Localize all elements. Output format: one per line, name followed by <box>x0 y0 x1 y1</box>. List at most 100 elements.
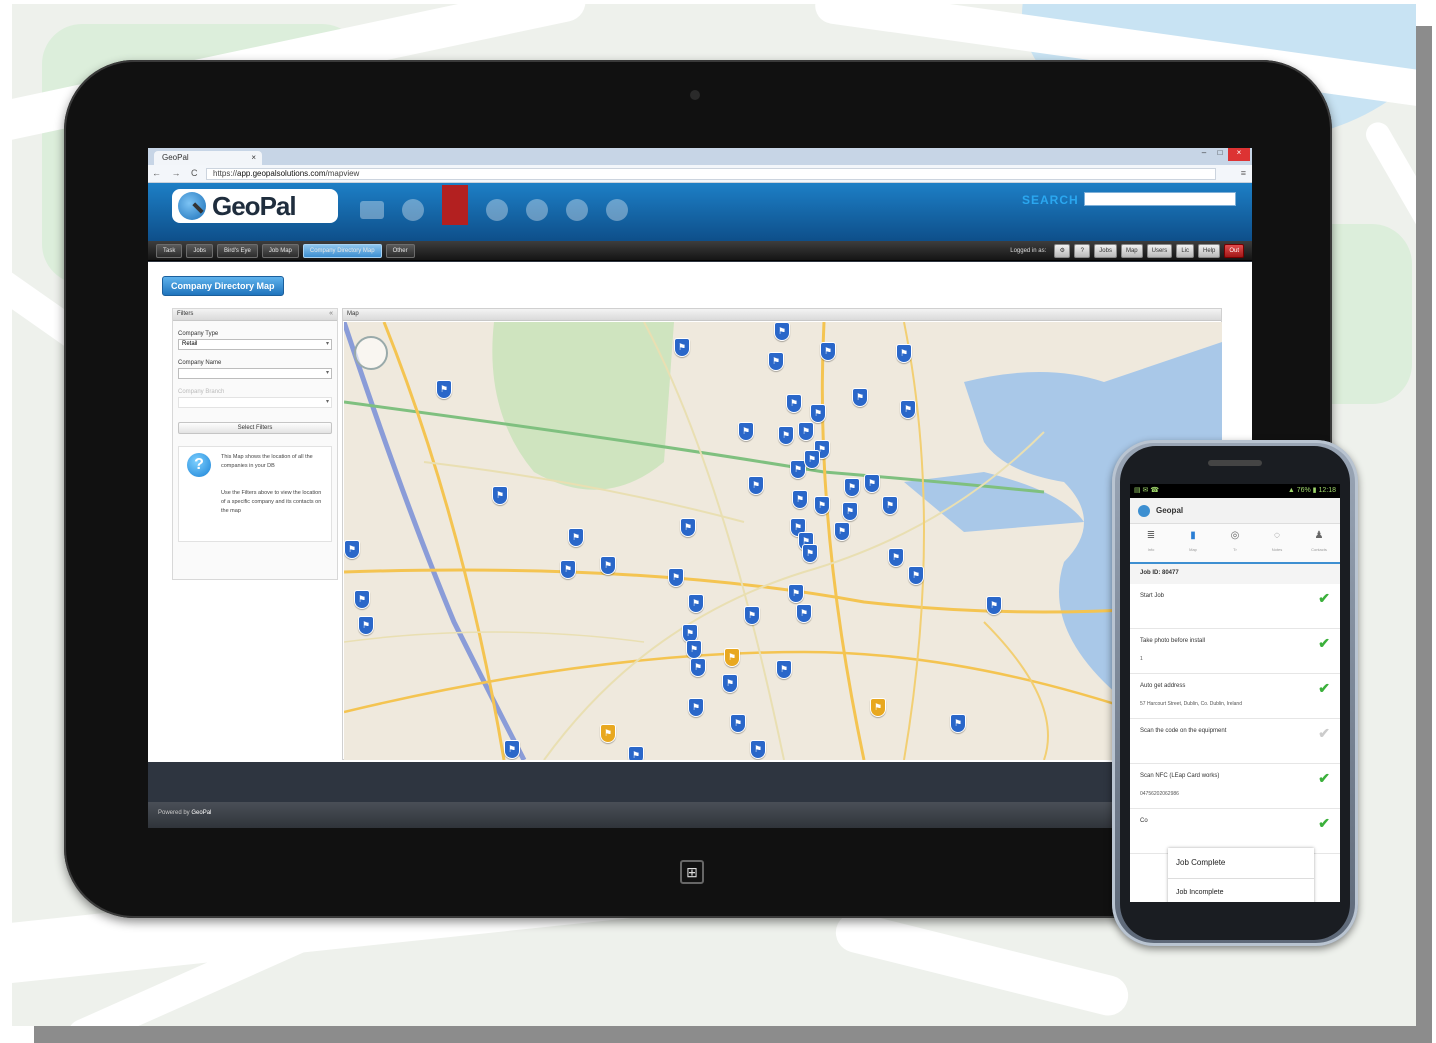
collapse-icon[interactable]: « <box>329 310 333 317</box>
check-icon[interactable]: ✔ <box>1318 680 1330 697</box>
check-icon[interactable]: ✔ <box>1318 590 1330 607</box>
user-icon[interactable] <box>526 199 548 221</box>
map-pin-icon[interactable]: ⚑ <box>354 590 370 609</box>
map-pin-icon[interactable]: ⚑ <box>560 560 576 579</box>
map-pin-icon[interactable]: ⚑ <box>870 698 886 717</box>
browser-menu-icon[interactable]: ≡ <box>1241 168 1246 178</box>
windows-home-button[interactable]: ⊞ <box>680 860 704 884</box>
map-pin-icon[interactable]: ⚑ <box>768 352 784 371</box>
map-pin-icon[interactable]: ⚑ <box>778 426 794 445</box>
map-pin-icon[interactable]: ⚑ <box>722 674 738 693</box>
map-pin-icon[interactable]: ⚑ <box>796 604 812 623</box>
globe-icon[interactable] <box>486 199 508 221</box>
nav-tab[interactable]: Jobs <box>186 244 214 258</box>
map-pin-icon[interactable]: ⚑ <box>986 596 1002 615</box>
nav-tool-button[interactable]: Map <box>1120 244 1143 258</box>
map-pin-icon[interactable]: ⚑ <box>950 714 966 733</box>
check-icon[interactable]: ✔ <box>1318 725 1330 742</box>
phone-tab[interactable]: ▮ Map <box>1172 524 1214 562</box>
map-pin-icon[interactable]: ⚑ <box>628 746 644 760</box>
map-pin-icon[interactable]: ⚑ <box>900 400 916 419</box>
nav-tool-button[interactable]: ? <box>1074 244 1091 258</box>
dropdown-option-complete[interactable]: Job Complete <box>1168 848 1314 879</box>
map-pin-icon[interactable]: ⚑ <box>802 544 818 563</box>
maximize-button[interactable]: □ <box>1212 148 1228 161</box>
map-pin-icon[interactable]: ⚑ <box>600 724 616 743</box>
geopal-logo[interactable]: GeoPal <box>172 189 338 223</box>
nav-tool-button[interactable]: Out <box>1224 244 1244 258</box>
search-input[interactable] <box>1084 192 1236 206</box>
map-pin-icon[interactable]: ⚑ <box>810 404 826 423</box>
map-pin-icon[interactable]: ⚑ <box>804 450 820 469</box>
map-pin-icon[interactable]: ⚑ <box>730 714 746 733</box>
job-step-row[interactable]: Scan NFC (LEap Card works) 04756202062986… <box>1130 764 1340 809</box>
nav-tool-button[interactable]: Users <box>1146 244 1173 258</box>
map-pin-icon[interactable]: ⚑ <box>750 740 766 759</box>
map-pan-control[interactable] <box>354 336 388 370</box>
map-pin-icon[interactable]: ⚑ <box>688 594 704 613</box>
map-pin-icon[interactable]: ⚑ <box>774 322 790 341</box>
nav-tab[interactable]: Company Directory Map <box>302 244 382 258</box>
dropdown-option-incomplete[interactable]: Job Incomplete <box>1168 879 1314 902</box>
phone-tab[interactable]: ◌ Notes <box>1256 524 1298 562</box>
company-branch-select[interactable]: ▾ <box>178 397 332 408</box>
map-pin-icon[interactable]: ⚑ <box>788 584 804 603</box>
phone-tab[interactable]: ≣ Info <box>1130 524 1172 562</box>
select-filters-button[interactable]: Select Filters <box>178 422 332 434</box>
check-icon[interactable]: ✔ <box>1318 770 1330 787</box>
minimize-button[interactable]: – <box>1196 148 1212 161</box>
map-pin-icon[interactable]: ⚑ <box>814 496 830 515</box>
close-icon[interactable]: × <box>251 153 256 162</box>
company-name-select[interactable]: ▾ <box>178 368 332 379</box>
map-pin-icon[interactable]: ⚑ <box>436 380 452 399</box>
map-pin-icon[interactable]: ⚑ <box>674 338 690 357</box>
map-pin-icon[interactable]: ⚑ <box>864 474 880 493</box>
map-pin-icon[interactable]: ⚑ <box>834 522 850 541</box>
company-type-select[interactable]: Retail ▾ <box>178 339 332 350</box>
map-pin-icon[interactable]: ⚑ <box>600 556 616 575</box>
browser-nav-icons[interactable]: ← → C <box>152 168 202 178</box>
nav-tab[interactable]: Other <box>385 244 415 258</box>
check-icon[interactable]: ✔ <box>1318 635 1330 652</box>
phone-tab[interactable]: ◎ Tr <box>1214 524 1256 562</box>
map-pin-icon[interactable]: ⚑ <box>680 518 696 537</box>
settings-icon[interactable] <box>566 199 588 221</box>
brain-icon[interactable] <box>606 199 628 221</box>
map-pin-icon[interactable]: ⚑ <box>820 342 836 361</box>
url-input[interactable]: https://app.geopalsolutions.com/mapview <box>206 168 1216 180</box>
nav-tab[interactable]: Bird's Eye <box>217 244 258 258</box>
map-pin-icon[interactable]: ⚑ <box>738 422 754 441</box>
nav-tool-button[interactable]: Jobs <box>1094 244 1117 258</box>
nav-tab[interactable]: Task <box>156 244 183 258</box>
monitor-icon[interactable] <box>360 201 384 219</box>
map-pin-icon[interactable]: ⚑ <box>786 394 802 413</box>
map-pin-icon[interactable]: ⚑ <box>724 648 740 667</box>
nav-tool-button[interactable]: ⚙ <box>1054 244 1071 258</box>
map-pin-icon[interactable]: ⚑ <box>690 658 706 677</box>
job-step-row[interactable]: Take photo before install 1 ✔ <box>1130 629 1340 674</box>
nav-tool-button[interactable]: Help <box>1197 244 1221 258</box>
map-pin-icon[interactable]: ⚑ <box>798 422 814 441</box>
map-pin-icon[interactable]: ⚑ <box>882 496 898 515</box>
map-pin-icon[interactable]: ⚑ <box>748 476 764 495</box>
check-icon[interactable]: ✔ <box>1318 815 1330 832</box>
map-pin-icon[interactable]: ⚑ <box>776 660 792 679</box>
job-step-row[interactable]: Start Job ✔ <box>1130 584 1340 629</box>
map-pin-icon[interactable]: ⚑ <box>492 486 508 505</box>
job-step-row[interactable]: Auto get address 57 Harcourt Street, Dubl… <box>1130 674 1340 719</box>
map-pin-icon[interactable]: ⚑ <box>842 502 858 521</box>
map-pin-icon[interactable]: ⚑ <box>896 344 912 363</box>
browser-tab[interactable]: GeoPal × <box>154 151 262 165</box>
map-pin-icon[interactable]: ⚑ <box>908 566 924 585</box>
map-pin-icon[interactable]: ⚑ <box>358 616 374 635</box>
nav-tab[interactable]: Job Map <box>261 244 299 258</box>
tools-icon[interactable] <box>402 199 424 221</box>
map-pin-icon[interactable]: ⚑ <box>688 698 704 717</box>
nav-tool-button[interactable]: Lic <box>1176 244 1194 258</box>
map-pin-icon[interactable]: ⚑ <box>686 640 702 659</box>
window-close-button[interactable]: × <box>1228 148 1250 161</box>
job-step-row[interactable]: Scan the code on the equipment ✔ <box>1130 719 1340 764</box>
map-pin-icon[interactable]: ⚑ <box>852 388 868 407</box>
filter-panel-header[interactable]: Filters « <box>173 309 337 321</box>
map-pin-icon[interactable]: ⚑ <box>344 540 360 559</box>
